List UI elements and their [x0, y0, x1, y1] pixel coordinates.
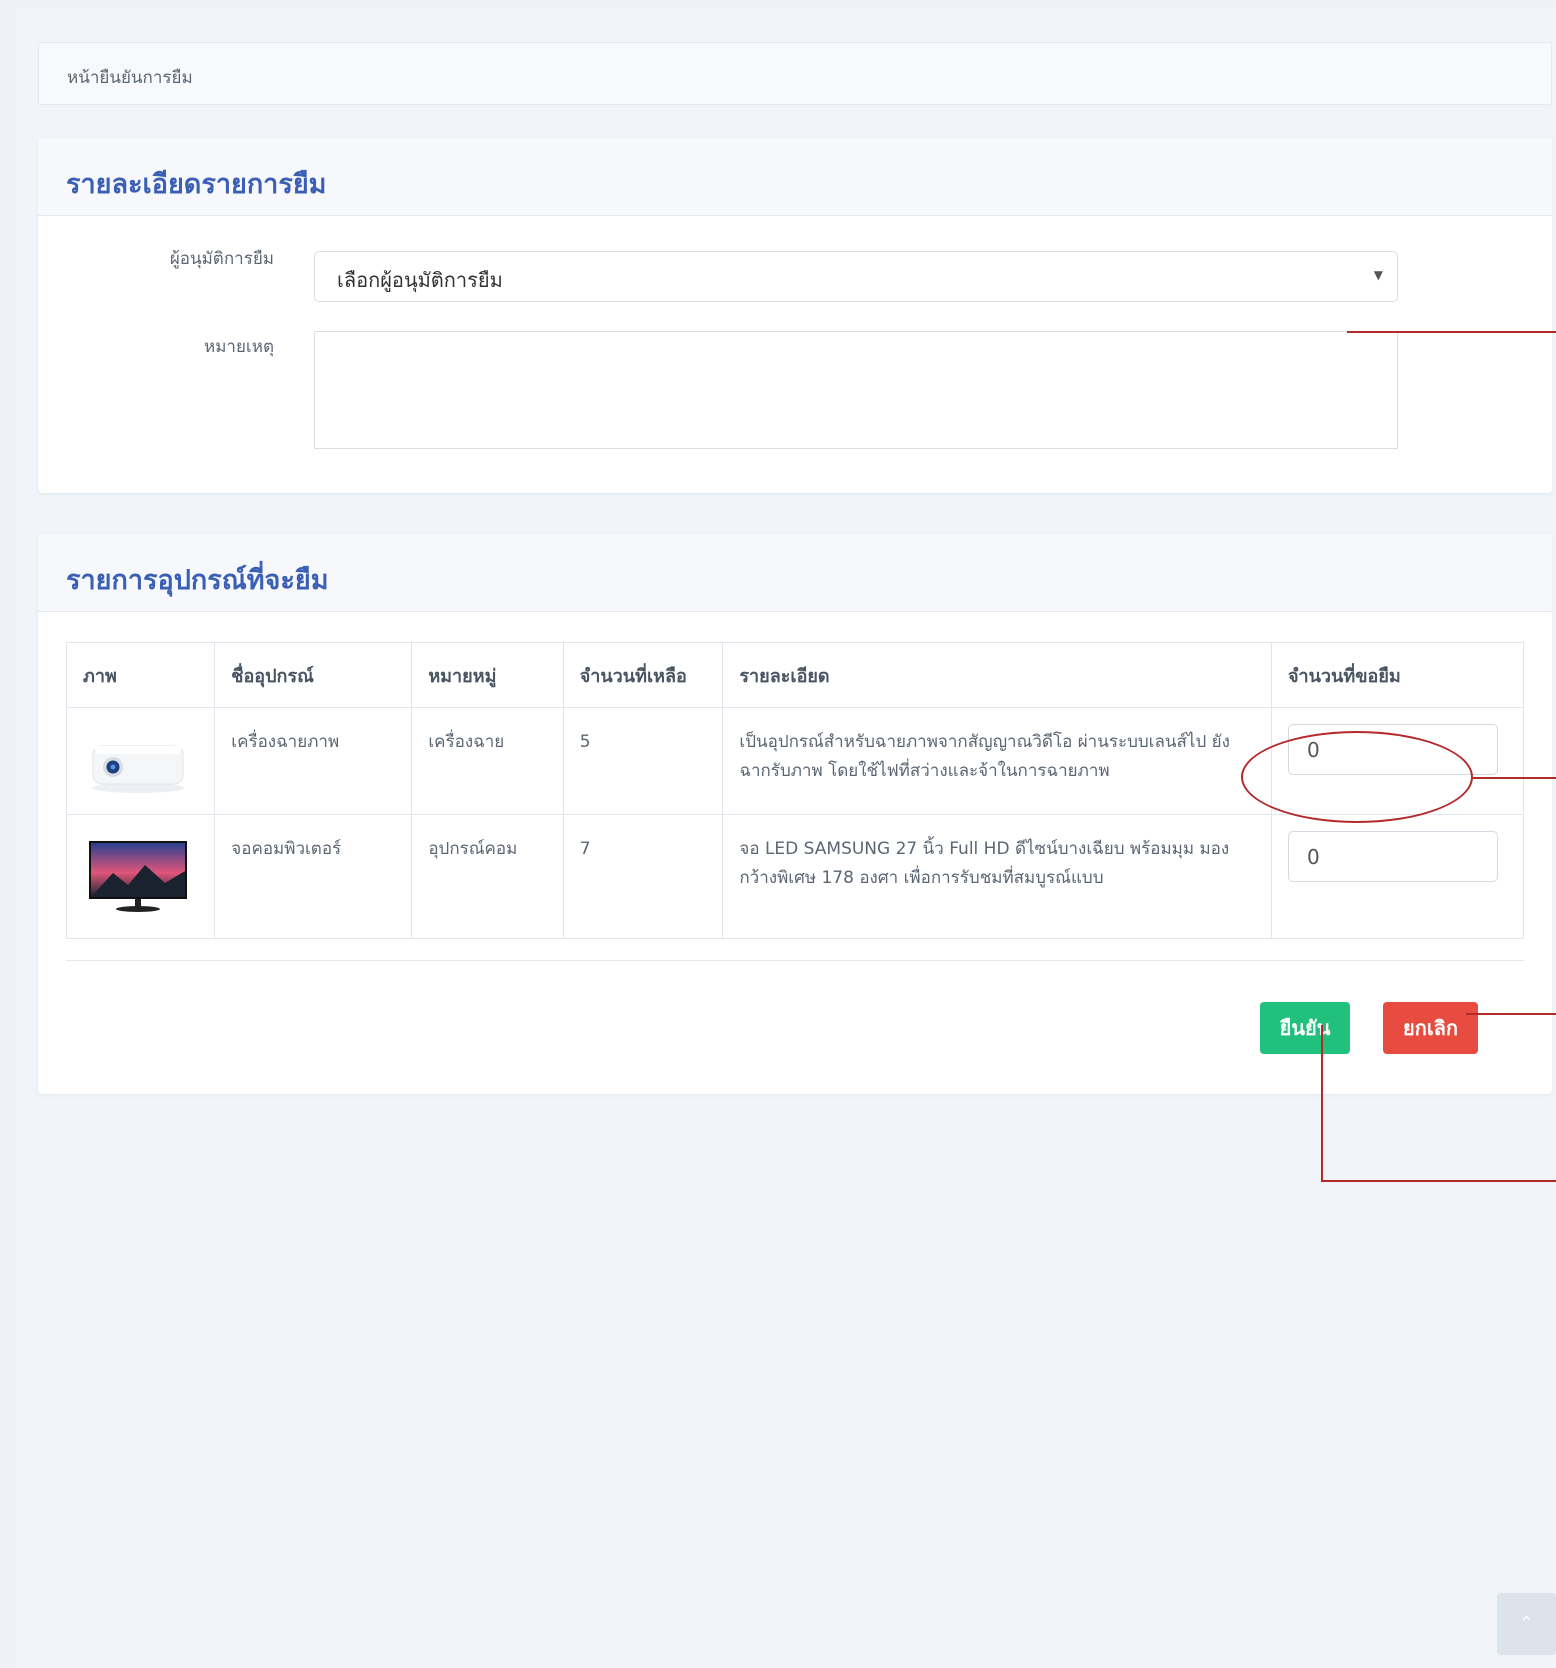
requested-quantity-input[interactable] [1287, 831, 1498, 882]
equipment-remaining: 5 [562, 707, 724, 815]
breadcrumb: หน้ายืนยันการยืม [38, 42, 1552, 105]
equipment-title: รายการอุปกรณ์ที่จะยืม [38, 534, 1552, 612]
column-header-category: หมายหมู่ [411, 642, 564, 708]
divider [66, 960, 1524, 961]
breadcrumb-label: หน้ายืนยันการยืม [67, 68, 193, 88]
annotation-line-confirm-vertical [1321, 1025, 1323, 1182]
cancel-button[interactable]: ยกเลิก [1383, 1002, 1478, 1054]
equipment-image-cell [65, 707, 216, 815]
annotation-line-note [1347, 331, 1556, 333]
equipment-description: จอ LED SAMSUNG 27 นิ้ว Full HD ดีไซน์บาง… [722, 814, 1272, 939]
borrow-details-title: รายละเอียดรายการยืม [38, 138, 1552, 216]
column-header-image: ภาพ [65, 642, 216, 708]
equipment-name: เครื่องฉายภาพ [214, 707, 413, 815]
chevron-up-icon: ⌃ [1518, 1613, 1535, 1634]
monitor-icon [89, 841, 187, 912]
column-header-description: รายละเอียด [722, 642, 1272, 708]
projector-icon [92, 745, 184, 793]
equipment-image-cell [65, 814, 216, 939]
approver-select[interactable]: เลือกผู้อนุมัติการยืม ▼ [314, 251, 1398, 302]
annotation-line-cancel [1466, 1013, 1556, 1015]
table-row: จอคอมพิวเตอร์ อุปกรณ์คอม 7 จอ LED SAMSUN… [65, 814, 1525, 939]
annotation-line-quantity [1473, 777, 1556, 779]
equipment-name: จอคอมพิวเตอร์ [214, 814, 413, 939]
caret-down-icon: ▼ [1373, 268, 1383, 282]
note-label: หมายเหตุ [204, 337, 274, 357]
note-textarea[interactable] [314, 331, 1398, 449]
column-header-requested: จำนวนที่ขอยืม [1270, 642, 1525, 708]
column-header-remaining: จำนวนที่เหลือ [562, 642, 724, 708]
borrow-details-card: รายละเอียดรายการยืม ผู้อนุมัติการยืม เลื… [38, 138, 1552, 493]
approver-label: ผู้อนุมัติการยืม [169, 249, 274, 269]
approver-select-value: เลือกผู้อนุมัติการยืม [337, 268, 503, 292]
table-header-row: ภาพ ชื่ออุปกรณ์ หมายหมู่ จำนวนที่เหลือ ร… [65, 642, 1525, 708]
requested-quantity-cell [1270, 814, 1525, 939]
confirm-button[interactable]: ยืนยัน [1260, 1002, 1350, 1054]
annotation-oval-quantity [1241, 731, 1473, 823]
equipment-category: อุปกรณ์คอม [411, 814, 564, 939]
scroll-to-top-button[interactable]: ⌃ [1497, 1593, 1556, 1655]
equipment-category: เครื่องฉาย [411, 707, 564, 815]
column-header-name: ชื่ออุปกรณ์ [214, 642, 413, 708]
equipment-description: เป็นอุปกรณ์สำหรับฉายภาพจากสัญญาณวิดีโอ ผ… [722, 707, 1272, 815]
annotation-line-confirm-horizontal [1321, 1180, 1556, 1182]
equipment-remaining: 7 [562, 814, 724, 939]
